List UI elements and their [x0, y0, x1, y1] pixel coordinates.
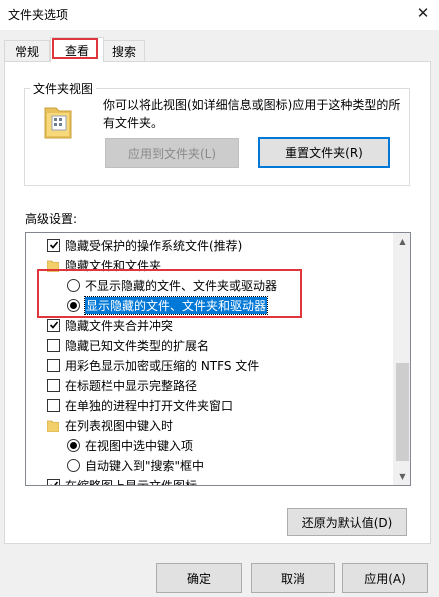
folder-icon [47, 260, 59, 272]
list-item[interactable]: 在单独的进程中打开文件夹窗口 [47, 395, 233, 415]
list-item[interactable]: 隐藏已知文件类型的扩展名 [47, 335, 209, 355]
list-item-label: 在视图中选中键入项 [85, 438, 194, 453]
folder-icon [47, 420, 59, 432]
radio-unselected[interactable] [67, 458, 80, 472]
list-item[interactable]: 用彩色显示加密或压缩的 NTFS 文件 [47, 355, 259, 375]
list-item-label: 隐藏文件和文件夹 [65, 258, 162, 273]
tab-general[interactable]: 常规 [4, 40, 50, 62]
ok-button[interactable]: 确定 [156, 563, 242, 593]
tab-search[interactable]: 搜索 [103, 40, 145, 62]
list-item-label: 隐藏文件夹合并冲突 [65, 318, 174, 333]
reset-folders-button[interactable]: 重置文件夹(R) [258, 137, 390, 168]
radio-unselected[interactable] [67, 278, 80, 292]
restore-defaults-button[interactable]: 还原为默认值(D) [287, 508, 407, 536]
list-item-label: 在列表视图中键入时 [65, 418, 174, 433]
list-item-selected[interactable]: 显示隐藏的文件、文件夹和驱动器 [67, 295, 269, 315]
close-icon[interactable]: ✕ [407, 0, 439, 26]
cancel-button[interactable]: 取消 [251, 563, 335, 593]
title-bar: 文件夹选项 ✕ [0, 0, 439, 30]
checkbox-unchecked[interactable] [47, 378, 60, 392]
list-item-label: 在缩略图上显示文件图标 [65, 478, 198, 486]
list-item: 隐藏文件和文件夹 [47, 255, 161, 275]
list-item[interactable]: 不显示隐藏的文件、文件夹或驱动器 [67, 275, 277, 295]
checkbox-checked[interactable] [47, 318, 60, 332]
window-title: 文件夹选项 [8, 8, 69, 22]
list-item-label: 不显示隐藏的文件、文件夹或驱动器 [85, 278, 278, 293]
list-item-label: 隐藏受保护的操作系统文件(推荐) [65, 238, 243, 253]
folder-view-icon [44, 107, 72, 139]
list-item[interactable]: 在标题栏中显示完整路径 [47, 375, 197, 395]
tab-view[interactable]: 查看 [50, 37, 104, 62]
list-item-label: 显示隐藏的文件、文件夹和驱动器 [83, 295, 269, 315]
list-item[interactable]: 自动键入到"搜索"框中 [67, 455, 204, 475]
list-item: 在列表视图中键入时 [47, 415, 173, 435]
radio-selected[interactable] [67, 298, 80, 312]
scroll-down-icon[interactable]: ▼ [394, 468, 410, 485]
checkbox-checked[interactable] [47, 478, 60, 485]
scroll-up-icon[interactable]: ▲ [394, 233, 410, 250]
list-item-label: 在单独的进程中打开文件夹窗口 [65, 398, 234, 413]
scrollbar-thumb[interactable] [396, 363, 409, 461]
advanced-settings-list[interactable]: 隐藏受保护的操作系统文件(推荐) 隐藏文件和文件夹 不显示隐藏的文件、文件夹或驱… [25, 232, 411, 486]
list-item[interactable]: 在视图中选中键入项 [67, 435, 193, 455]
checkbox-unchecked[interactable] [47, 338, 60, 352]
checkbox-unchecked[interactable] [47, 398, 60, 412]
list-item-label: 用彩色显示加密或压缩的 NTFS 文件 [65, 358, 260, 373]
list-item-label: 在标题栏中显示完整路径 [65, 378, 198, 393]
folder-view-group-label: 文件夹视图 [30, 80, 97, 97]
list-item-label: 隐藏已知文件类型的扩展名 [65, 338, 210, 353]
folder-options-dialog: 文件夹选项 ✕ 常规 查看 搜索 文件夹视图 你可以将此视图(如详细信息或图标)… [0, 0, 439, 597]
list-item[interactable]: 在缩略图上显示文件图标 [47, 475, 198, 486]
vertical-scrollbar[interactable]: ▲ ▼ [393, 233, 410, 485]
list-item[interactable]: 隐藏受保护的操作系统文件(推荐) [47, 235, 242, 255]
folder-view-description: 你可以将此视图(如详细信息或图标)应用于这种类型的所有文件夹。 [103, 98, 401, 130]
checkbox-checked[interactable] [47, 238, 60, 252]
list-item-label: 自动键入到"搜索"框中 [85, 458, 205, 473]
advanced-settings-label: 高级设置: [25, 212, 78, 226]
radio-selected[interactable] [67, 438, 80, 452]
checkbox-unchecked[interactable] [47, 358, 60, 372]
apply-button[interactable]: 应用(A) [342, 563, 428, 593]
apply-to-folders-button[interactable]: 应用到文件夹(L) [105, 138, 239, 168]
list-item[interactable]: 隐藏文件夹合并冲突 [47, 315, 173, 335]
